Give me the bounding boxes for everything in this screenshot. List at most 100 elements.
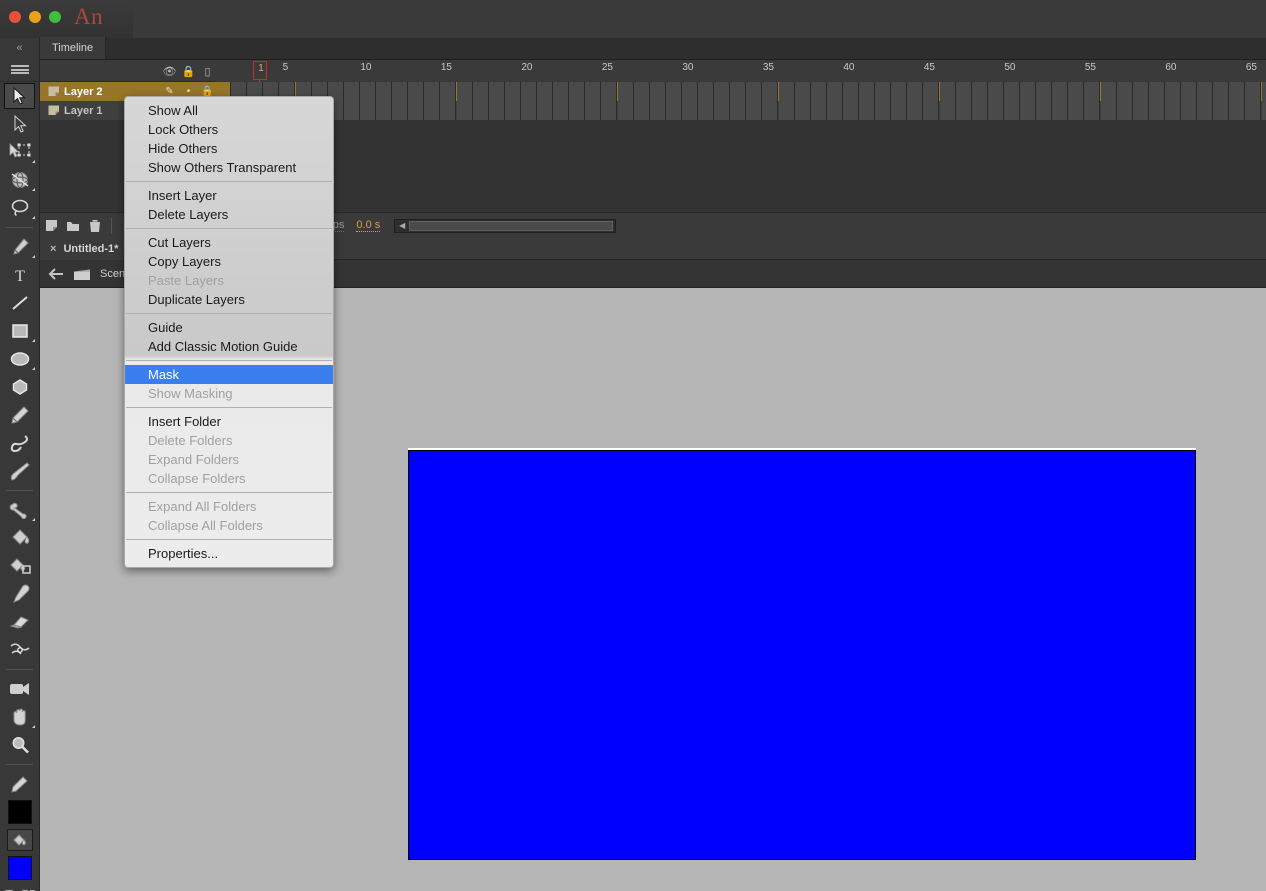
menu-item[interactable]: Delete Layers bbox=[125, 205, 333, 224]
frame-cell[interactable] bbox=[810, 101, 827, 120]
frame-cell[interactable] bbox=[537, 82, 553, 101]
menu-item[interactable]: Mask bbox=[125, 365, 333, 384]
color-shortcuts[interactable] bbox=[0, 882, 39, 891]
brush-tool[interactable] bbox=[0, 429, 39, 457]
document-tab[interactable]: × Untitled-1* bbox=[40, 237, 129, 260]
frame-cell[interactable] bbox=[472, 82, 489, 101]
menu-item[interactable]: Duplicate Layers bbox=[125, 290, 333, 309]
frame-cell[interactable] bbox=[665, 82, 682, 101]
frame-cell[interactable] bbox=[649, 101, 666, 120]
3d-rotation-tool[interactable] bbox=[0, 166, 39, 194]
frame-cell[interactable] bbox=[1229, 82, 1246, 101]
menu-item[interactable]: Show All bbox=[125, 101, 333, 120]
frame-cell[interactable] bbox=[1020, 101, 1036, 120]
frame-cell[interactable] bbox=[1181, 82, 1197, 101]
frame-cell[interactable] bbox=[1164, 101, 1181, 120]
bone-tool[interactable] bbox=[0, 496, 39, 524]
frame-cell[interactable] bbox=[376, 101, 392, 120]
lasso-tool[interactable] bbox=[0, 194, 39, 222]
tab-timeline[interactable]: Timeline bbox=[40, 37, 107, 59]
fill-bucket-button[interactable] bbox=[0, 826, 39, 854]
menu-item[interactable]: Copy Layers bbox=[125, 252, 333, 271]
frame-cell[interactable] bbox=[456, 101, 473, 120]
frame-cell[interactable] bbox=[376, 82, 392, 101]
frame-cell[interactable] bbox=[1068, 82, 1085, 101]
line-tool[interactable] bbox=[0, 289, 39, 317]
menu-item[interactable]: Add Classic Motion Guide bbox=[125, 337, 333, 356]
frame-cell[interactable] bbox=[1213, 101, 1230, 120]
frame-cell[interactable] bbox=[504, 82, 521, 101]
back-arrow-icon[interactable] bbox=[48, 267, 64, 281]
frame-cell[interactable] bbox=[408, 82, 425, 101]
frame-cell[interactable] bbox=[1148, 82, 1165, 101]
frame-cell[interactable] bbox=[392, 82, 409, 101]
frame-cell[interactable] bbox=[730, 101, 747, 120]
menu-item[interactable]: Guide bbox=[125, 318, 333, 337]
frame-cell[interactable] bbox=[746, 82, 763, 101]
frame-cell[interactable] bbox=[569, 101, 586, 120]
frame-cell[interactable] bbox=[1003, 101, 1020, 120]
pencil-tool[interactable] bbox=[0, 401, 39, 429]
frame-cell[interactable] bbox=[1084, 82, 1101, 101]
elapsed-time-field[interactable]: 0.0 s bbox=[356, 219, 381, 232]
frame-cell[interactable] bbox=[1197, 101, 1214, 120]
frame-cell[interactable] bbox=[778, 82, 795, 101]
frame-cell[interactable] bbox=[762, 82, 779, 101]
frame-cell[interactable] bbox=[955, 101, 972, 120]
menu-item[interactable]: Cut Layers bbox=[125, 233, 333, 252]
frame-cell[interactable] bbox=[730, 82, 747, 101]
frame-cell[interactable] bbox=[1036, 82, 1053, 101]
frame-cell[interactable] bbox=[698, 101, 714, 120]
lock-icon[interactable]: 🔒 bbox=[179, 65, 198, 78]
frame-cell[interactable] bbox=[907, 101, 924, 120]
selection-tool[interactable] bbox=[0, 82, 39, 110]
frame-cell[interactable] bbox=[553, 101, 570, 120]
frame-cell[interactable] bbox=[842, 101, 859, 120]
frame-cell[interactable] bbox=[1261, 101, 1266, 120]
frame-cell[interactable] bbox=[939, 82, 956, 101]
camera-tool[interactable] bbox=[0, 675, 39, 703]
frame-cell[interactable] bbox=[408, 101, 425, 120]
menu-item[interactable]: Hide Others bbox=[125, 139, 333, 158]
frame-cell[interactable] bbox=[343, 82, 360, 101]
frame-cell[interactable] bbox=[665, 101, 682, 120]
frame-cell[interactable] bbox=[681, 101, 698, 120]
frame-cell[interactable] bbox=[585, 101, 602, 120]
frame-cell[interactable] bbox=[971, 101, 988, 120]
frame-cell[interactable] bbox=[762, 101, 779, 120]
ink-bottle-tool[interactable] bbox=[0, 552, 39, 580]
frame-cell[interactable] bbox=[488, 101, 505, 120]
frame-cell[interactable] bbox=[1245, 82, 1262, 101]
menu-item[interactable]: Insert Layer bbox=[125, 186, 333, 205]
frame-cell[interactable] bbox=[1245, 101, 1262, 120]
new-folder-button[interactable] bbox=[62, 213, 84, 239]
text-tool[interactable]: T bbox=[0, 261, 39, 289]
frame-cell[interactable] bbox=[1084, 101, 1101, 120]
frame-cell[interactable] bbox=[859, 101, 875, 120]
menu-item[interactable]: Properties... bbox=[125, 544, 333, 563]
frame-cell[interactable] bbox=[939, 101, 956, 120]
pen-tool[interactable] bbox=[0, 233, 39, 261]
frame-cell[interactable] bbox=[891, 82, 908, 101]
scrollbar-thumb[interactable] bbox=[409, 220, 614, 231]
frame-cell[interactable] bbox=[971, 82, 988, 101]
frame-cell[interactable] bbox=[875, 101, 892, 120]
eyedropper-tool[interactable] bbox=[0, 580, 39, 608]
collapse-panel-button[interactable]: « bbox=[0, 38, 39, 58]
frame-cell[interactable] bbox=[440, 101, 457, 120]
frame-cell[interactable] bbox=[601, 101, 618, 120]
frame-cell[interactable] bbox=[1003, 82, 1020, 101]
frame-cell[interactable] bbox=[424, 82, 441, 101]
frame-cell[interactable] bbox=[1197, 82, 1214, 101]
frame-cell[interactable] bbox=[1116, 101, 1133, 120]
stroke-color-swatch[interactable] bbox=[0, 798, 39, 826]
frame-cell[interactable] bbox=[504, 101, 521, 120]
polystar-tool[interactable] bbox=[0, 373, 39, 401]
frame-cell[interactable] bbox=[746, 101, 763, 120]
frame-cell[interactable] bbox=[875, 82, 892, 101]
frame-cell[interactable] bbox=[987, 82, 1004, 101]
frame-cell[interactable] bbox=[778, 101, 795, 120]
frame-cell[interactable] bbox=[649, 82, 666, 101]
maximize-window-button[interactable] bbox=[49, 11, 61, 23]
frame-cell[interactable] bbox=[359, 82, 376, 101]
